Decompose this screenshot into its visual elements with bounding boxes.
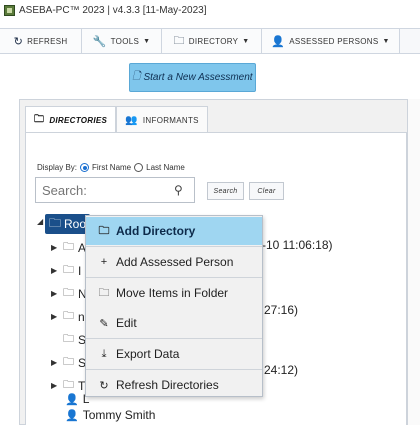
tree-root-node[interactable]: 🗀 Roo — [45, 214, 91, 234]
tree-row-person[interactable]: 👤 Tommy Smith — [65, 408, 155, 422]
menu-item-edit[interactable]: ✎ Edit — [86, 309, 262, 337]
tree-row-label: I — [78, 263, 82, 278]
wrench-icon: 🔧 — [92, 35, 107, 48]
menu-item-add-directory[interactable]: 🗀 Add Directory — [86, 217, 262, 245]
tab-informants-label: INFORMANTS — [142, 115, 199, 125]
context-menu: 🗀 Add Directory + Add Assessed Person 🗀 … — [85, 215, 263, 397]
menu-label: Move Items in Folder — [116, 286, 229, 300]
folder-icon: 🗀 — [63, 287, 74, 299]
menu-label: Refresh Directories — [116, 378, 219, 392]
folder-icon: 🗀 — [34, 114, 45, 125]
menu-label: Export Data — [116, 347, 180, 361]
menu-divider — [86, 338, 262, 339]
folder-plus-icon: 🗀 — [98, 224, 110, 237]
tab-informants[interactable]: 👥 INFORMANTS — [116, 106, 208, 133]
expand-arrow-icon: ▶ — [51, 266, 58, 275]
tools-menu-button[interactable]: 🔧 TOOLS ▼ — [82, 29, 162, 53]
menu-label: Edit — [116, 316, 137, 330]
first-name-radio[interactable] — [80, 163, 90, 172]
folder-icon: 🗀 — [63, 333, 74, 345]
tab-directories[interactable]: 🗀 DIRECTORIES — [25, 106, 117, 134]
tools-label: TOOLS — [110, 36, 140, 46]
tree-row[interactable]: 🗀 S — [63, 330, 86, 349]
tree-row[interactable]: ▶ 🗀 A — [51, 238, 86, 257]
folder-icon: 🗀 — [173, 34, 185, 47]
menu-divider — [86, 277, 262, 278]
person-icon: 👤 — [65, 409, 79, 422]
root-expand-arrow[interactable]: ◢ — [37, 217, 45, 226]
search-input[interactable] — [35, 177, 195, 203]
panel-tabs: 🗀 DIRECTORIES 👥 INFORMANTS — [25, 106, 208, 134]
tree-row-tail: 24:12) — [264, 363, 299, 377]
menu-item-add-assessed-person[interactable]: + Add Assessed Person — [86, 248, 262, 276]
menu-label: Add Assessed Person — [116, 255, 234, 269]
expand-arrow-icon: ▶ — [51, 243, 58, 252]
folder-icon: 🗀 — [63, 310, 74, 322]
start-new-assessment-button[interactable]: 🗋 Start a New Assessment — [129, 63, 256, 92]
title-text: ASEBA-PC™ 2023 | v4.3.3 [11-May-2023] — [19, 4, 207, 16]
menu-item-export-data[interactable]: ⤓ Export Data — [86, 340, 262, 368]
folder-icon: 🗀 — [49, 215, 62, 230]
caret-down-small-icon: ◢ — [37, 217, 44, 226]
first-name-label: First Name — [92, 163, 132, 172]
display-by-label: Display By: — [37, 163, 78, 172]
root-label: Roo — [64, 217, 87, 231]
expand-arrow-icon: ▶ — [51, 289, 58, 298]
pencil-icon: ✎ — [99, 317, 109, 330]
tree-row[interactable]: ▶ 🗀 I — [51, 261, 81, 280]
tree-row-tail: -10 11:06:18) — [262, 238, 333, 252]
plus-icon: + — [100, 256, 108, 268]
assessed-label: ASSESSED PERSONS — [289, 36, 379, 46]
last-name-radio[interactable] — [134, 163, 144, 172]
tab-directories-label: DIRECTORIES — [49, 116, 108, 125]
tree-row[interactable]: ▶ 🗀 S — [51, 353, 86, 372]
folder-icon: 🗀 — [63, 356, 74, 368]
person-icon: 👤 — [65, 393, 79, 406]
caret-down-icon: ▼ — [143, 37, 151, 45]
folder-move-icon: 🗀 — [98, 286, 110, 299]
refresh-label: REFRESH — [27, 36, 68, 46]
main-toolbar: ↻ REFRESH 🔧 TOOLS ▼ 🗀 DIRECTORY ▼ 👤 ASSE… — [0, 28, 420, 54]
search-icon[interactable]: ⚲ — [174, 183, 183, 197]
menu-item-move-items[interactable]: 🗀 Move Items in Folder — [86, 279, 262, 307]
refresh-icon: ↻ — [13, 35, 24, 48]
download-icon: ⤓ — [101, 347, 107, 360]
clear-button[interactable]: Clear — [249, 182, 284, 200]
menu-item-refresh-directories[interactable]: ↻ Refresh Directories — [86, 371, 262, 399]
tree-row[interactable]: ▶ 🗀 N — [51, 284, 87, 303]
expand-arrow-icon: ▶ — [51, 381, 58, 390]
refresh-icon: ↻ — [99, 379, 109, 392]
tree-row-tail: 27:16) — [264, 303, 299, 317]
directory-label: DIRECTORY — [188, 36, 239, 46]
person-icon: 👤 — [271, 35, 286, 48]
title-bar: ASEBA-PC™ 2023 | v4.3.3 [11-May-2023] — [0, 0, 420, 20]
caret-down-icon: ▼ — [382, 37, 390, 45]
display-by-row: Display By: First Name Last Name — [37, 163, 185, 172]
refresh-button[interactable]: ↻ REFRESH — [0, 29, 82, 53]
people-icon: 👥 — [125, 114, 138, 126]
menu-label: Add Directory — [116, 224, 196, 238]
panel-right-region — [407, 99, 420, 425]
expand-arrow-icon: ▶ — [51, 358, 58, 367]
assessed-persons-menu-button[interactable]: 👤 ASSESSED PERSONS ▼ — [262, 29, 400, 53]
app-logo-icon — [4, 4, 15, 16]
folder-icon: 🗀 — [63, 241, 74, 253]
last-name-label: Last Name — [146, 163, 185, 172]
folder-icon: 🗀 — [63, 264, 74, 276]
start-label: Start a New Assessment — [143, 72, 253, 83]
menu-divider — [86, 246, 262, 247]
tree-row[interactable]: ▶ 🗀 n — [51, 307, 85, 326]
menu-divider — [86, 369, 262, 370]
expand-arrow-icon: ▶ — [51, 312, 58, 321]
document-icon: 🗋 — [132, 71, 141, 82]
directory-menu-button[interactable]: 🗀 DIRECTORY ▼ — [162, 29, 262, 53]
caret-down-icon: ▼ — [242, 37, 250, 45]
tree-row-label: n — [78, 309, 85, 324]
person-name: Tommy Smith — [82, 408, 156, 422]
search-button[interactable]: Search — [207, 182, 244, 200]
